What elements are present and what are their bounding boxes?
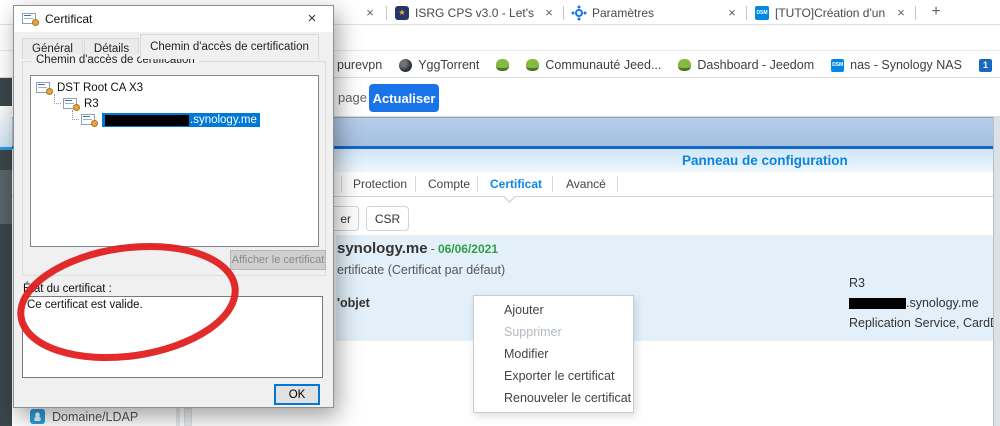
browser-tab-lets-encrypt[interactable]: ★ ISRG CPS v3.0 - Let's Encrypt - Fr × — [387, 0, 563, 25]
ok-button[interactable]: OK — [274, 384, 320, 405]
browser-tab-parametres[interactable]: Paramètres × — [564, 0, 746, 25]
bookmark-communaute-jeedom[interactable]: Communauté Jeed... — [526, 58, 661, 72]
close-tab-icon[interactable]: × — [893, 5, 909, 21]
browser-tab-tuto[interactable]: DSM [TUTO]Création d'un Certificat "v × — [747, 0, 915, 25]
selected-tree-item: .synology.me — [102, 113, 260, 127]
tree-item-label: DST Root CA X3 — [57, 82, 144, 94]
menu-item-supprimer: Supprimer — [504, 325, 562, 339]
bookmark-label: YggTorrent — [418, 58, 480, 72]
screen: × ★ ISRG CPS v3.0 - Let's Encrypt - Fr ×… — [0, 0, 1000, 426]
sidebar-scrollbar[interactable] — [176, 408, 180, 426]
csr-button[interactable]: CSR — [366, 206, 409, 231]
tab-title: Paramètres — [592, 5, 655, 20]
gear-icon — [572, 6, 586, 20]
window-title: Panneau de configuration — [682, 153, 848, 168]
bookmark-label: Dashboard - Jeedom — [697, 58, 815, 72]
tab-protection[interactable]: Protection — [353, 177, 407, 191]
certificate-description-fragment: ertificate (Certificat par défaut) — [337, 263, 506, 277]
left-sidebar-strip — [0, 78, 12, 426]
redacted-text — [105, 114, 189, 126]
menu-item-ajouter[interactable]: Ajouter — [474, 299, 633, 321]
certificate-icon — [36, 81, 53, 95]
tab-chemin-acces[interactable]: Chemin d'accès de certification — [140, 34, 319, 59]
tree-item-intermediate[interactable]: R3 — [31, 94, 318, 112]
notification-text-fragment: page — [338, 90, 367, 105]
certificate-icon — [22, 13, 39, 26]
tab-divider — [477, 176, 478, 192]
bookmark-dashboard-jeedom[interactable]: Dashboard - Jeedom — [678, 58, 814, 72]
bookmark-blue-icon[interactable]: 1 — [978, 58, 992, 72]
sidebar-item-label: Domaine/LDAP — [52, 409, 139, 424]
close-tab-icon[interactable]: × — [362, 5, 378, 21]
certificate-expiry-date: 06/06/2021 — [437, 242, 498, 256]
tab-divider — [552, 176, 553, 192]
tab-title: ISRG CPS v3.0 - Let's Encrypt - Fr — [415, 5, 535, 20]
close-tab-icon[interactable]: × — [724, 5, 740, 21]
tab-separator — [915, 5, 916, 20]
sidebar-strip-highlight — [0, 106, 12, 150]
globe-icon — [399, 58, 413, 72]
plant-icon — [678, 59, 692, 71]
certificate-icon — [63, 97, 80, 111]
tab-divider — [341, 176, 342, 192]
tree-connector — [72, 110, 79, 120]
certification-path-group: Chemin d'accès de certification DST Root… — [22, 54, 326, 276]
tab-divider — [415, 176, 416, 192]
bookmark-label: Communauté Jeed... — [545, 58, 662, 72]
bookmark-jeedom-plant[interactable] — [496, 59, 510, 71]
dsm-window-right-edge — [993, 117, 1000, 426]
certificate-name-fragment: synology.me -06/06/2021 — [337, 240, 498, 257]
lets-encrypt-favicon: ★ — [395, 5, 409, 20]
tree-connector — [54, 94, 61, 104]
certificate-tree: DST Root CA X3 R3 .synology.me — [30, 75, 319, 247]
dsm-favicon: DSM — [755, 5, 769, 20]
tab-avance[interactable]: Avancé — [566, 177, 606, 191]
tab-divider — [617, 176, 618, 192]
sidebar-strip-segment — [0, 170, 12, 224]
separator: - — [430, 241, 435, 256]
dialog-title-bar[interactable]: Certificat × — [14, 6, 333, 32]
plant-icon — [526, 59, 540, 71]
menu-item-modifier[interactable]: Modifier — [474, 343, 633, 365]
plant-icon — [496, 59, 510, 71]
close-icon[interactable]: × — [291, 6, 333, 32]
dsm-icon: DSM — [831, 58, 845, 72]
blue-one-icon: 1 — [978, 58, 992, 72]
tab-strip: × ★ ISRG CPS v3.0 - Let's Encrypt - Fr ×… — [362, 0, 948, 25]
tab-compte[interactable]: Compte — [428, 177, 470, 191]
bookmark-label: purevpn — [337, 58, 383, 72]
bookmark-yggtorrent[interactable]: YggTorrent — [399, 58, 479, 72]
view-certificate-button[interactable]: Afficher le certificat — [230, 250, 326, 270]
bookmark-nas-synology[interactable]: DSM nas - Synology NAS — [831, 58, 962, 72]
redacted-text — [849, 297, 906, 309]
sidebar-item-domaine-ldap[interactable]: Domaine/LDAP — [30, 409, 138, 424]
services-value: Replication Service, CardDAV Se — [849, 316, 1000, 330]
sidebar-scrollbar[interactable] — [184, 408, 192, 426]
bookmark-purevpn[interactable]: purevpn — [337, 58, 382, 72]
certificate-status-label: État du certificat : — [23, 283, 112, 295]
tree-item-label: R3 — [84, 98, 99, 110]
tree-item-leaf[interactable]: .synology.me — [31, 110, 318, 128]
domain-ldap-icon — [30, 409, 45, 424]
refresh-button[interactable]: Actualiser — [369, 84, 439, 112]
bookmarks-row: purevpn YggTorrent Communauté Jeed... Da… — [337, 52, 1000, 78]
domain-value: .synology.me — [849, 296, 979, 310]
bookmark-label: nas - Synology NAS — [850, 58, 962, 72]
new-tab-button[interactable]: + — [924, 1, 948, 25]
close-tab-icon[interactable]: × — [541, 5, 557, 21]
tab-title: [TUTO]Création d'un Certificat "v — [775, 5, 887, 20]
certificate-status-box[interactable]: Ce certificat est valide. — [22, 296, 323, 378]
dialog-title: Certificat — [45, 12, 93, 26]
certificate-dialog: Certificat × Général Détails Chemin d'ac… — [13, 5, 334, 408]
tab-certificat[interactable]: Certificat — [490, 177, 542, 191]
certificate-icon — [81, 113, 98, 127]
subject-label-fragment: 'objet — [337, 296, 370, 310]
issued-by-value: R3 — [849, 276, 865, 290]
tree-item-root[interactable]: DST Root CA X3 — [31, 80, 318, 96]
menu-item-renouveler[interactable]: Renouveler le certificat — [474, 387, 633, 409]
context-menu: Ajouter Supprimer Modifier Exporter le c… — [473, 295, 634, 413]
menu-item-exporter[interactable]: Exporter le certificat — [474, 365, 633, 387]
